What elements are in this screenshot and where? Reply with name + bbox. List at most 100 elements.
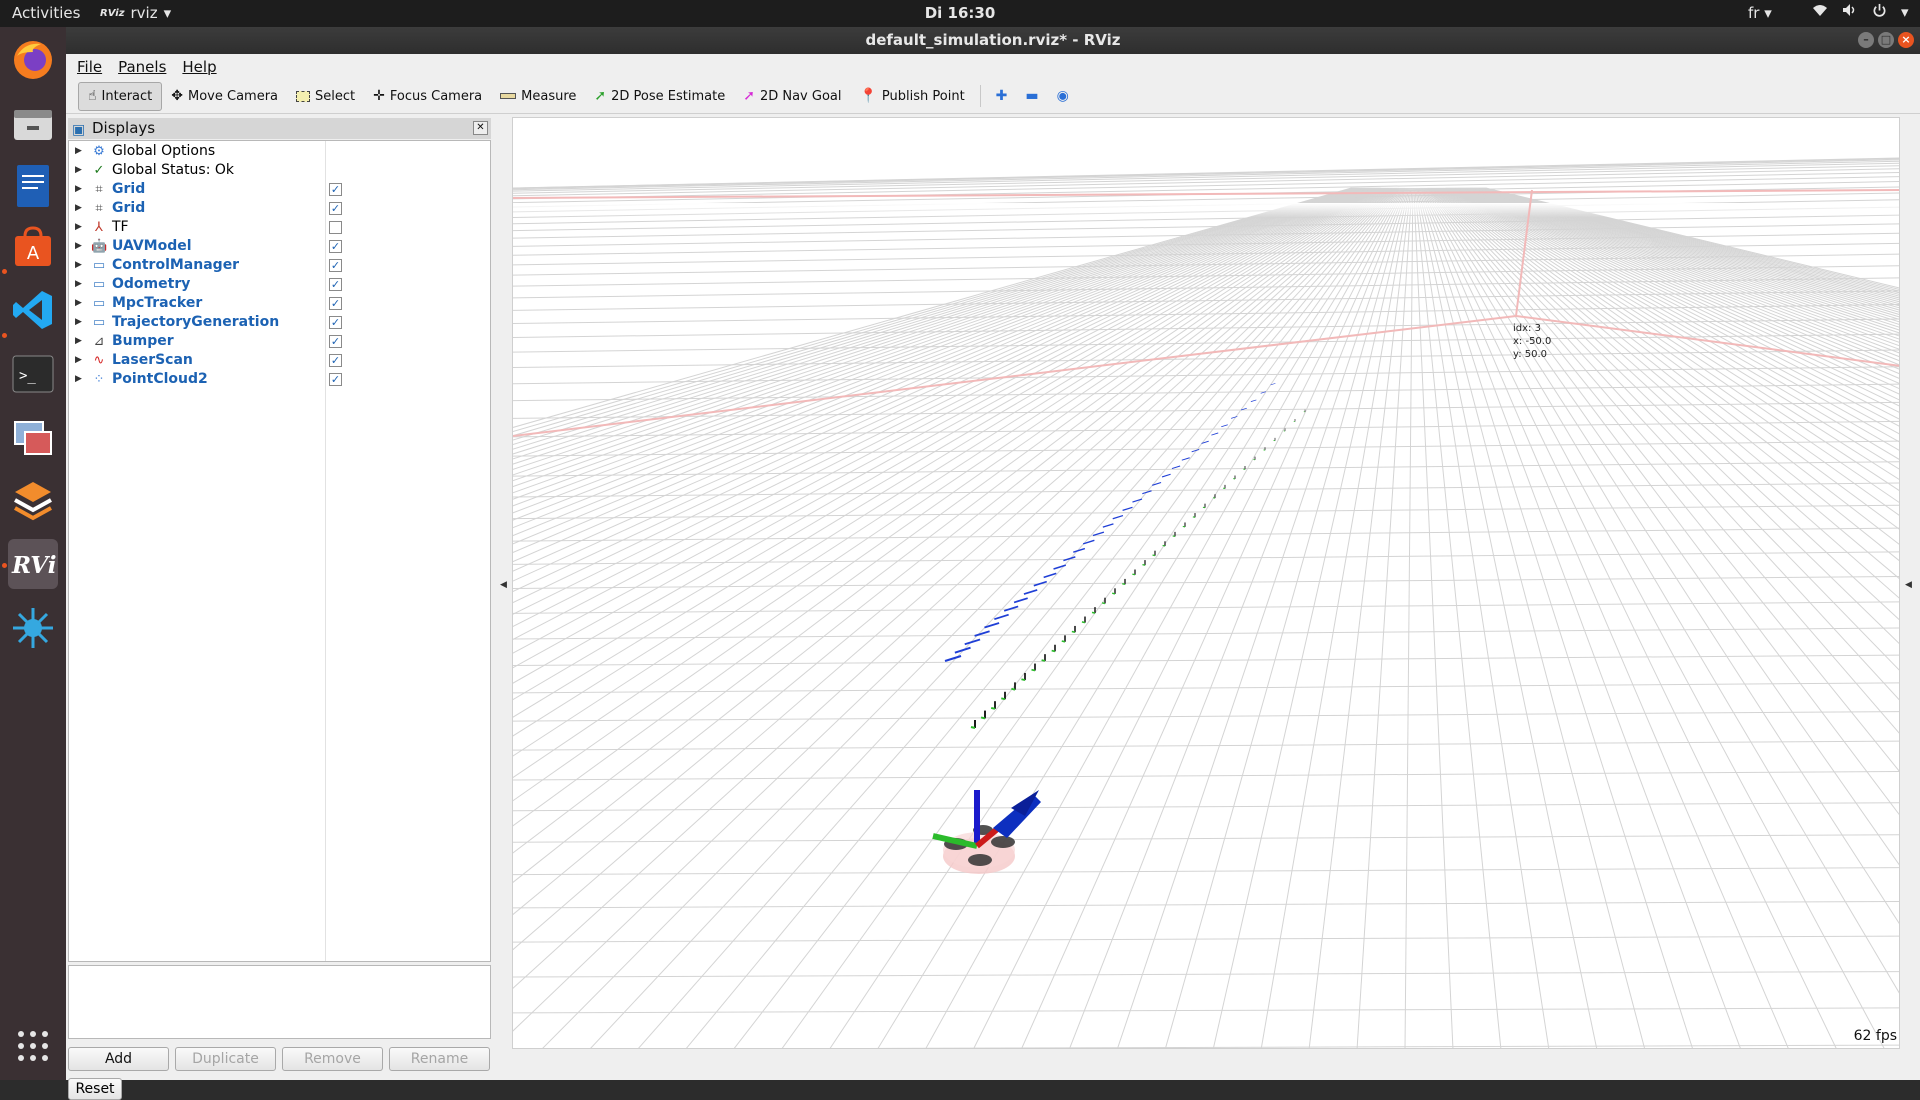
svg-text:RViz: RViz <box>11 552 56 579</box>
show-apps-icon[interactable] <box>8 1021 58 1071</box>
language-indicator[interactable]: fr ▾ <box>1748 4 1772 22</box>
hand-icon: ☝ <box>88 88 97 104</box>
close-panel-button[interactable]: ✕ <box>473 121 488 135</box>
expand-arrow-icon[interactable]: ▶ <box>75 351 82 370</box>
annotation-y: y: 50.0 <box>1513 349 1547 360</box>
interact-tool-button[interactable]: ☝ Interact <box>78 82 162 111</box>
expand-arrow-icon[interactable]: ▶ <box>75 142 82 161</box>
rviz-window: default_simulation.rviz* - RViz – □ × Fi… <box>66 27 1920 1080</box>
sublime-icon[interactable] <box>8 475 58 525</box>
running-indicator <box>2 269 7 274</box>
move-camera-tool-button[interactable]: ✥ Move Camera <box>162 82 287 111</box>
display-row-tf[interactable]: ▶ ⅄ TF <box>69 218 489 237</box>
annotation-x: x: -50.0 <box>1513 336 1551 347</box>
remove-tool-button[interactable]: ▬ <box>1016 82 1047 111</box>
display-enabled-checkbox[interactable]: ✓ <box>329 259 342 272</box>
firefox-icon[interactable] <box>8 35 58 85</box>
range-icon: ⊿ <box>91 332 107 351</box>
ros-splash-icon[interactable] <box>8 603 58 653</box>
add-tool-button[interactable]: ✚ <box>987 82 1017 111</box>
eye-icon: ◉ <box>1057 88 1069 104</box>
vscode-icon[interactable] <box>8 285 58 335</box>
menu-help[interactable]: Help <box>182 58 216 76</box>
pin-icon: 📍 <box>859 88 876 104</box>
2d-pose-estimate-tool-button[interactable]: ➚ 2D Pose Estimate <box>585 82 734 111</box>
focus-icon: ✛ <box>373 88 385 104</box>
terminal-icon[interactable]: >_ <box>8 349 58 399</box>
expand-arrow-icon[interactable]: ▶ <box>75 275 82 294</box>
2d-nav-goal-tool-button[interactable]: ➚ 2D Nav Goal <box>734 82 850 111</box>
gear-icon: ⚙ <box>91 142 107 161</box>
display-enabled-checkbox[interactable]: ✓ <box>329 354 342 367</box>
display-row-grid[interactable]: ▶ ⌗ Grid ✓ <box>69 180 489 199</box>
expand-arrow-icon[interactable]: ▶ <box>75 237 82 256</box>
select-tool-button[interactable]: Select <box>287 82 364 111</box>
expand-arrow-icon[interactable]: ▶ <box>75 180 82 199</box>
measure-tool-button[interactable]: Measure <box>491 82 585 111</box>
rename-display-button[interactable]: Rename <box>389 1047 490 1071</box>
expand-arrow-icon[interactable]: ▶ <box>75 199 82 218</box>
3d-render-view[interactable]: idx: 3 x: -50.0 y: 50.0 62 f <box>512 117 1900 1049</box>
display-enabled-checkbox[interactable]: ✓ <box>329 373 342 386</box>
maximize-button[interactable]: □ <box>1878 32 1894 48</box>
minimize-button[interactable]: – <box>1858 32 1874 48</box>
remove-display-button[interactable]: Remove <box>282 1047 383 1071</box>
point-annotation: idx: 3 x: -50.0 y: 50.0 <box>1513 323 1551 360</box>
cloud-icon: ⁘ <box>91 370 107 389</box>
display-row-grid[interactable]: ▶ ⌗ Grid ✓ <box>69 199 489 218</box>
axes-icon: ⅄ <box>91 218 107 237</box>
folder-icon: ▭ <box>91 275 107 294</box>
display-row-uavmodel[interactable]: ▶ 🤖 UAVModel ✓ <box>69 237 489 256</box>
expand-arrow-icon[interactable]: ▶ <box>75 161 82 180</box>
move-icon: ✥ <box>171 88 183 104</box>
display-enabled-checkbox[interactable]: ✓ <box>329 335 342 348</box>
publish-point-tool-button[interactable]: 📍 Publish Point <box>850 82 973 111</box>
volume-icon <box>1842 3 1858 22</box>
expand-arrow-icon[interactable]: ▶ <box>75 218 82 237</box>
menu-file[interactable]: File <box>77 58 102 76</box>
expand-arrow-icon[interactable]: ▶ <box>75 313 82 332</box>
files-icon[interactable] <box>8 99 58 149</box>
rviz-icon[interactable]: RViz <box>8 539 58 589</box>
right-dock-handle[interactable]: ◀ <box>1901 117 1920 1049</box>
display-row-controlmanager[interactable]: ▶ ▭ ControlManager ✓ <box>69 256 489 275</box>
image-viewer-icon[interactable] <box>8 413 58 463</box>
display-row-mpctracker[interactable]: ▶ ▭ MpcTracker ✓ <box>69 294 489 313</box>
tool-properties-button[interactable]: ◉ <box>1048 82 1078 111</box>
display-row-global-status[interactable]: ▶ ✓ Global Status: Ok <box>69 161 489 180</box>
reset-button[interactable]: Reset <box>68 1078 122 1100</box>
display-row-pointcloud2[interactable]: ▶ ⁘ PointCloud2 ✓ <box>69 370 489 389</box>
display-enabled-checkbox[interactable] <box>329 221 342 234</box>
close-button[interactable]: × <box>1898 32 1914 48</box>
top-bar: Activities RViz rviz ▾ Di 16:30 fr ▾ ▾ <box>0 0 1920 27</box>
window-titlebar[interactable]: default_simulation.rviz* - RViz – □ × <box>66 27 1920 54</box>
folder-icon: ▭ <box>91 313 107 332</box>
display-enabled-checkbox[interactable]: ✓ <box>329 316 342 329</box>
duplicate-display-button[interactable]: Duplicate <box>175 1047 276 1071</box>
3d-scene[interactable]: idx: 3 x: -50.0 y: 50.0 <box>513 118 1900 1049</box>
display-enabled-checkbox[interactable]: ✓ <box>329 278 342 291</box>
display-row-laserscan[interactable]: ▶ ∿ LaserScan ✓ <box>69 351 489 370</box>
display-row-trajectorygeneration[interactable]: ▶ ▭ TrajectoryGeneration ✓ <box>69 313 489 332</box>
display-enabled-checkbox[interactable]: ✓ <box>329 297 342 310</box>
clock[interactable]: Di 16:30 <box>0 4 1920 22</box>
collapse-left-handle-icon[interactable]: ◀ <box>500 580 507 590</box>
display-enabled-checkbox[interactable]: ✓ <box>329 240 342 253</box>
display-row-odometry[interactable]: ▶ ▭ Odometry ✓ <box>69 275 489 294</box>
expand-arrow-icon[interactable]: ▶ <box>75 370 82 389</box>
add-display-button[interactable]: Add <box>68 1047 169 1071</box>
display-enabled-checkbox[interactable]: ✓ <box>329 183 342 196</box>
focus-camera-tool-button[interactable]: ✛ Focus Camera <box>364 82 491 111</box>
display-enabled-checkbox[interactable]: ✓ <box>329 202 342 215</box>
collapse-right-handle-icon[interactable]: ◀ <box>1905 580 1912 590</box>
expand-arrow-icon[interactable]: ▶ <box>75 256 82 275</box>
display-row-bumper[interactable]: ▶ ⊿ Bumper ✓ <box>69 332 489 351</box>
writer-icon[interactable] <box>8 161 58 211</box>
display-row-global-options[interactable]: ▶ ⚙ Global Options <box>69 142 489 161</box>
menu-panels[interactable]: Panels <box>118 58 166 76</box>
system-tray[interactable]: ▾ <box>1812 3 1909 22</box>
pink-arrow-icon: ➚ <box>743 88 755 104</box>
expand-arrow-icon[interactable]: ▶ <box>75 332 82 351</box>
software-store-icon[interactable]: A <box>8 223 58 273</box>
expand-arrow-icon[interactable]: ▶ <box>75 294 82 313</box>
